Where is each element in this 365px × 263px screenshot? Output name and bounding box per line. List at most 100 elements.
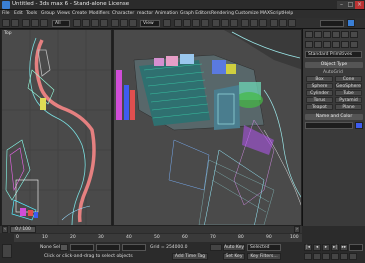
named-selection-icon[interactable]	[212, 19, 220, 27]
helpers-icon[interactable]	[341, 41, 349, 48]
angle-snap-icon[interactable]	[183, 19, 191, 27]
percent-snap-icon[interactable]	[192, 19, 200, 27]
window-crossing-icon[interactable]	[100, 19, 108, 27]
motion-tab-icon[interactable]	[332, 31, 340, 38]
schematic-view-icon[interactable]	[259, 19, 267, 27]
select-link-icon[interactable]	[22, 19, 30, 27]
maximize-button[interactable]: □	[346, 1, 355, 9]
time-slider-track[interactable]: ‹ 0 / 100 ›	[0, 226, 302, 233]
cylinder-button[interactable]: Cylinder	[306, 90, 333, 96]
menu-views[interactable]: Views	[57, 10, 70, 18]
render-type-dropdown[interactable]	[320, 20, 344, 27]
geometry-icon[interactable]	[305, 41, 313, 48]
z-coord-field[interactable]	[122, 244, 146, 251]
pivot-center-icon[interactable]	[163, 19, 171, 27]
menu-animation[interactable]: Animation	[155, 10, 178, 18]
menu-graph-editors[interactable]: Graph Editors	[180, 10, 211, 18]
menu-maxscript[interactable]: MAXScript	[260, 10, 283, 18]
rotate-icon[interactable]	[120, 19, 128, 27]
set-key-button[interactable]: Set Key	[223, 253, 245, 260]
cameras-icon[interactable]	[332, 41, 340, 48]
maximize-viewport-icon[interactable]	[349, 253, 357, 260]
arc-rotate-icon[interactable]	[340, 253, 348, 260]
autogrid-checkbox[interactable]: AutoGrid	[323, 70, 343, 75]
x-coord-field[interactable]	[70, 244, 94, 251]
name-and-color-rollout[interactable]: Name and Color	[305, 114, 363, 120]
select-object-icon[interactable]	[73, 19, 81, 27]
lock-selection-icon[interactable]	[60, 244, 68, 251]
quick-render-icon[interactable]	[288, 19, 296, 27]
current-frame-field[interactable]	[349, 244, 363, 251]
teapot-button[interactable]: Teapot	[306, 104, 333, 110]
menu-reactor[interactable]: reactor	[137, 10, 153, 18]
ref-coord-dropdown[interactable]: View	[140, 20, 160, 27]
pyramid-button[interactable]: Pyramid	[335, 97, 362, 103]
redo-icon[interactable]	[11, 19, 19, 27]
menu-group[interactable]: Group	[41, 10, 55, 18]
menu-tools[interactable]: Tools	[26, 10, 37, 18]
rect-selection-icon[interactable]	[91, 19, 99, 27]
geosphere-button[interactable]: GeoSphere	[335, 83, 362, 89]
space-warps-icon[interactable]	[350, 41, 358, 48]
minimize-button[interactable]: –	[337, 1, 346, 9]
goto-start-icon[interactable]: |◂	[304, 244, 312, 251]
goto-end-icon[interactable]: ▸▸	[340, 244, 348, 251]
layer-manager-icon[interactable]	[241, 19, 249, 27]
primitive-category-dropdown[interactable]: Standard Primitives	[305, 51, 362, 58]
auto-key-button[interactable]: Auto Key	[223, 244, 245, 251]
mirror-icon[interactable]	[221, 19, 229, 27]
selection-filter-dropdown[interactable]: All	[52, 20, 70, 27]
undo-icon[interactable]	[2, 19, 10, 27]
maxscript-listener-icon[interactable]	[2, 244, 12, 258]
cone-button[interactable]: Cone	[335, 76, 362, 82]
teapot-render-icon[interactable]	[347, 19, 355, 27]
curve-editor-icon[interactable]	[250, 19, 258, 27]
menu-edit[interactable]: Edit	[14, 10, 23, 18]
prev-frame-icon[interactable]: ◂	[313, 244, 321, 251]
render-scene-icon[interactable]	[279, 19, 287, 27]
menu-rendering[interactable]: Rendering	[211, 10, 234, 18]
viewport-perspective[interactable]: Perspective	[113, 29, 302, 226]
tube-button[interactable]: Tube	[335, 90, 362, 96]
shapes-icon[interactable]	[314, 41, 322, 48]
add-time-tag-button[interactable]: Add Time Tag	[172, 253, 208, 260]
zoom-extents-icon[interactable]	[322, 253, 330, 260]
scale-icon[interactable]	[129, 19, 137, 27]
lights-icon[interactable]	[323, 41, 331, 48]
modify-tab-icon[interactable]	[314, 31, 322, 38]
box-button[interactable]: Box	[306, 76, 333, 82]
display-tab-icon[interactable]	[341, 31, 349, 38]
move-icon[interactable]	[111, 19, 119, 27]
material-editor-icon[interactable]	[270, 19, 278, 27]
snaps-toggle-icon[interactable]	[174, 19, 182, 27]
utilities-tab-icon[interactable]	[350, 31, 358, 38]
play-icon[interactable]: ▸	[322, 244, 330, 251]
time-slider-thumb[interactable]: 0 / 100	[10, 226, 36, 233]
plane-button[interactable]: Plane	[335, 104, 362, 110]
close-button[interactable]: ×	[355, 1, 364, 9]
viewport-top[interactable]: Top	[1, 29, 112, 226]
object-type-rollout[interactable]: Object Type	[305, 62, 363, 68]
track-bar[interactable]: 0 10 20 30 40 50 60 70 80 90 100	[14, 234, 302, 242]
spinner-snap-icon[interactable]	[201, 19, 209, 27]
menu-create[interactable]: Create	[72, 10, 87, 18]
hierarchy-tab-icon[interactable]	[323, 31, 331, 38]
align-icon[interactable]	[230, 19, 238, 27]
object-color-swatch[interactable]	[355, 122, 363, 129]
sphere-button[interactable]: Sphere	[306, 83, 333, 89]
create-tab-icon[interactable]	[305, 31, 313, 38]
menu-modifiers[interactable]: Modifiers	[89, 10, 110, 18]
key-filters-button[interactable]: Key Filters...	[247, 253, 281, 260]
menu-file[interactable]: File	[2, 10, 10, 18]
object-name-field[interactable]	[305, 122, 353, 129]
zoom-all-icon[interactable]	[313, 253, 321, 260]
select-by-name-icon[interactable]	[82, 19, 90, 27]
auto-key-mode-dropdown[interactable]: Selected	[247, 244, 281, 251]
menu-character[interactable]: Character	[112, 10, 134, 18]
zoom-icon[interactable]	[304, 253, 312, 260]
bind-space-warp-icon[interactable]	[40, 19, 48, 27]
menu-customize[interactable]: Customize	[235, 10, 259, 18]
menu-help[interactable]: Help	[283, 10, 293, 18]
torus-button[interactable]: Torus	[306, 97, 333, 103]
pan-icon[interactable]	[331, 253, 339, 260]
